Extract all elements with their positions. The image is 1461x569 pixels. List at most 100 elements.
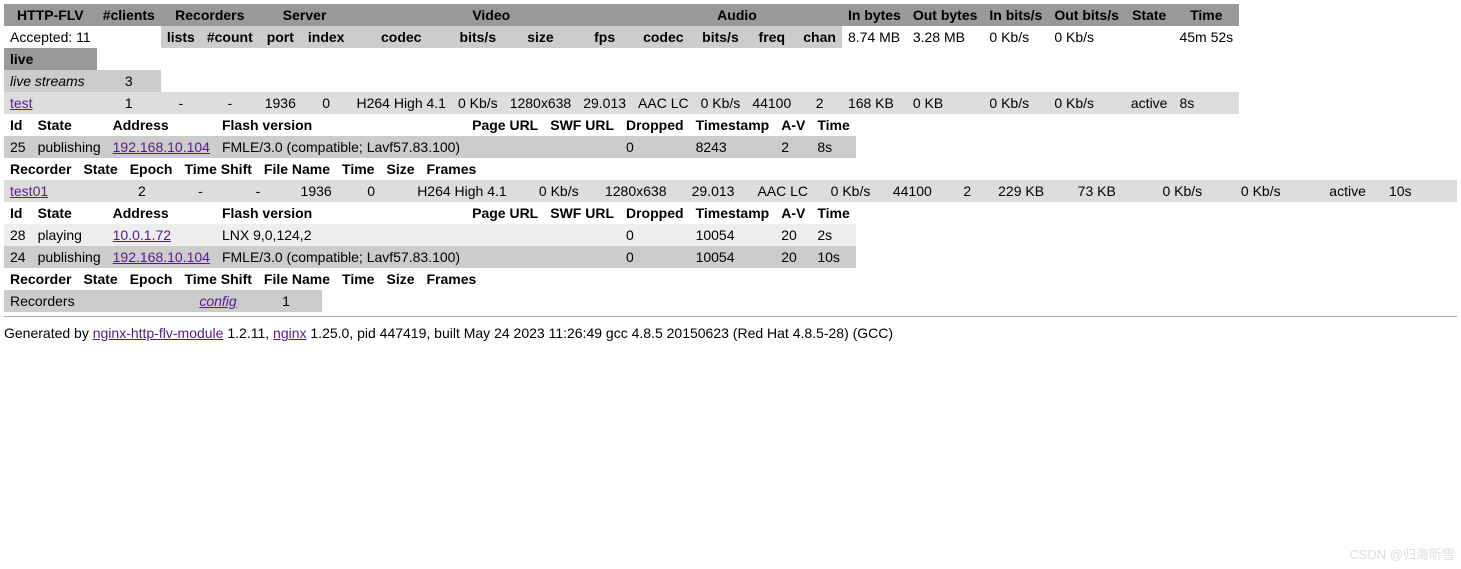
stream-row: test 1 - - 1936 0 H264 High 4.1 0 Kb/s 1… [4,92,1239,114]
client-timestamp: 8243 [690,136,776,158]
col-chan: chan [797,26,842,48]
client-time: 10s [811,246,855,268]
col-dropped: Dropped [620,114,690,136]
col-recsize: Size [380,158,420,180]
stream-fps: 29.013 [679,180,746,202]
stream-outbits: 0 Kb/s [1235,180,1323,202]
client-state: publishing [32,136,107,158]
client-flash: FMLE/3.0 (compatible; Lavf57.83.100) [216,246,466,268]
col-httpflv: HTTP-FLV [4,4,97,26]
col-rec-lists: lists [161,26,201,48]
total-inbytes: 8.74 MB [842,26,907,48]
col-swfurl: SWF URL [544,114,620,136]
col-id: Id [4,114,32,136]
col-fps: fps [577,26,632,48]
client-state: playing [32,224,107,246]
client-av: 20 [775,246,811,268]
divider [4,316,1457,317]
stream-abits: 0 Kb/s [819,180,883,202]
client-av: 2 [775,136,811,158]
col-outbytes: Out bytes [907,4,984,26]
stream-inbytes: 229 KB [992,180,1072,202]
total-outbits: 0 Kb/s [1048,26,1125,48]
col-flash: Flash version [216,114,466,136]
stream-name-link[interactable]: test [10,95,33,111]
client-id: 24 [4,246,32,268]
stream-row: test01 2 - - 1936 0 H264 High 4.1 0 Kb/s… [4,180,1457,202]
recorders-count: 1 [250,290,322,312]
col-acodec: codec [632,26,695,48]
client-timestamp: 10054 [690,246,776,268]
col-index: index [302,26,351,48]
stream-outbits: 0 Kb/s [1048,92,1125,114]
col-inbytes: In bytes [842,4,907,26]
client-flash: FMLE/3.0 (compatible; Lavf57.83.100) [216,136,466,158]
live-streams-label: live streams [4,70,97,92]
stream-inbits: 0 Kb/s [1156,180,1234,202]
col-ctime: Time [811,114,855,136]
stream-vcodec: H264 High 4.1 [350,92,452,114]
client-address-link[interactable]: 192.168.10.104 [113,139,210,155]
col-av: A-V [775,202,811,224]
col-pageurl: Page URL [466,202,544,224]
col-timestamp: Timestamp [690,114,776,136]
stream-freq: 44100 [882,180,942,202]
stream-vcodec: H264 High 4.1 [399,180,526,202]
client-address-link[interactable]: 192.168.10.104 [113,249,210,265]
watermark: CSDN @归海昕雪 [1349,544,1455,563]
stream-index: 0 [302,92,351,114]
col-vsize: size [504,26,578,48]
stream-port: 1936 [259,92,302,114]
col-epoch: Epoch [124,158,179,180]
stream-port: 1936 [288,180,343,202]
client-time: 2s [811,224,855,246]
col-filename: File Name [258,158,336,180]
stream-rec-lists: - [161,92,201,114]
client-dropped: 0 [620,224,690,246]
col-port: port [259,26,302,48]
col-recstate: State [77,158,123,180]
col-vcodec: codec [350,26,452,48]
stream-fps: 29.013 [577,92,632,114]
stream-clients: 1 [97,92,161,114]
nginx-link[interactable]: nginx [273,325,306,341]
module-link[interactable]: nginx-http-flv-module [93,325,224,341]
col-epoch: Epoch [124,268,179,290]
client-id: 25 [4,136,32,158]
stream-inbits: 0 Kb/s [983,92,1048,114]
stream-time: 8s [1173,92,1239,114]
col-frames: Frames [421,268,483,290]
col-freq: freq [746,26,797,48]
col-state: State [32,114,107,136]
client-swfurl [544,136,620,158]
col-rectime: Time [336,268,380,290]
client-av: 20 [775,224,811,246]
col-abits: bits/s [695,26,747,48]
stream-name-link[interactable]: test01 [10,183,48,199]
client-id: 28 [4,224,32,246]
col-address: Address [107,114,216,136]
col-rectime: Time [336,158,380,180]
col-clients: #clients [97,4,161,26]
col-rec-count: #count [201,26,259,48]
col-time: Time [1173,4,1239,26]
client-address-link[interactable]: 10.0.1.72 [113,227,171,243]
stream-clients: 2 [110,180,173,202]
recorders-config-link[interactable]: config [199,293,236,309]
col-outbits: Out bits/s [1048,4,1125,26]
col-timeshift: Time Shift [178,268,257,290]
col-vbits: bits/s [452,26,504,48]
footer-modver: 1.2.11, [223,325,273,341]
recorder-headers-table: Recorder State Epoch Time Shift File Nam… [4,158,482,180]
col-recstate: State [77,268,123,290]
footer-text: Generated by nginx-http-flv-module 1.2.1… [4,325,1457,341]
col-av: A-V [775,114,811,136]
client-swfurl [544,246,620,268]
client-pageurl [466,246,544,268]
footer-prefix: Generated by [4,325,93,341]
stream-vsize: 1280x638 [504,92,578,114]
col-inbits: In bits/s [983,4,1048,26]
col-ctime: Time [811,202,855,224]
col-timestamp: Timestamp [690,202,776,224]
stream-time: 10s [1383,180,1457,202]
